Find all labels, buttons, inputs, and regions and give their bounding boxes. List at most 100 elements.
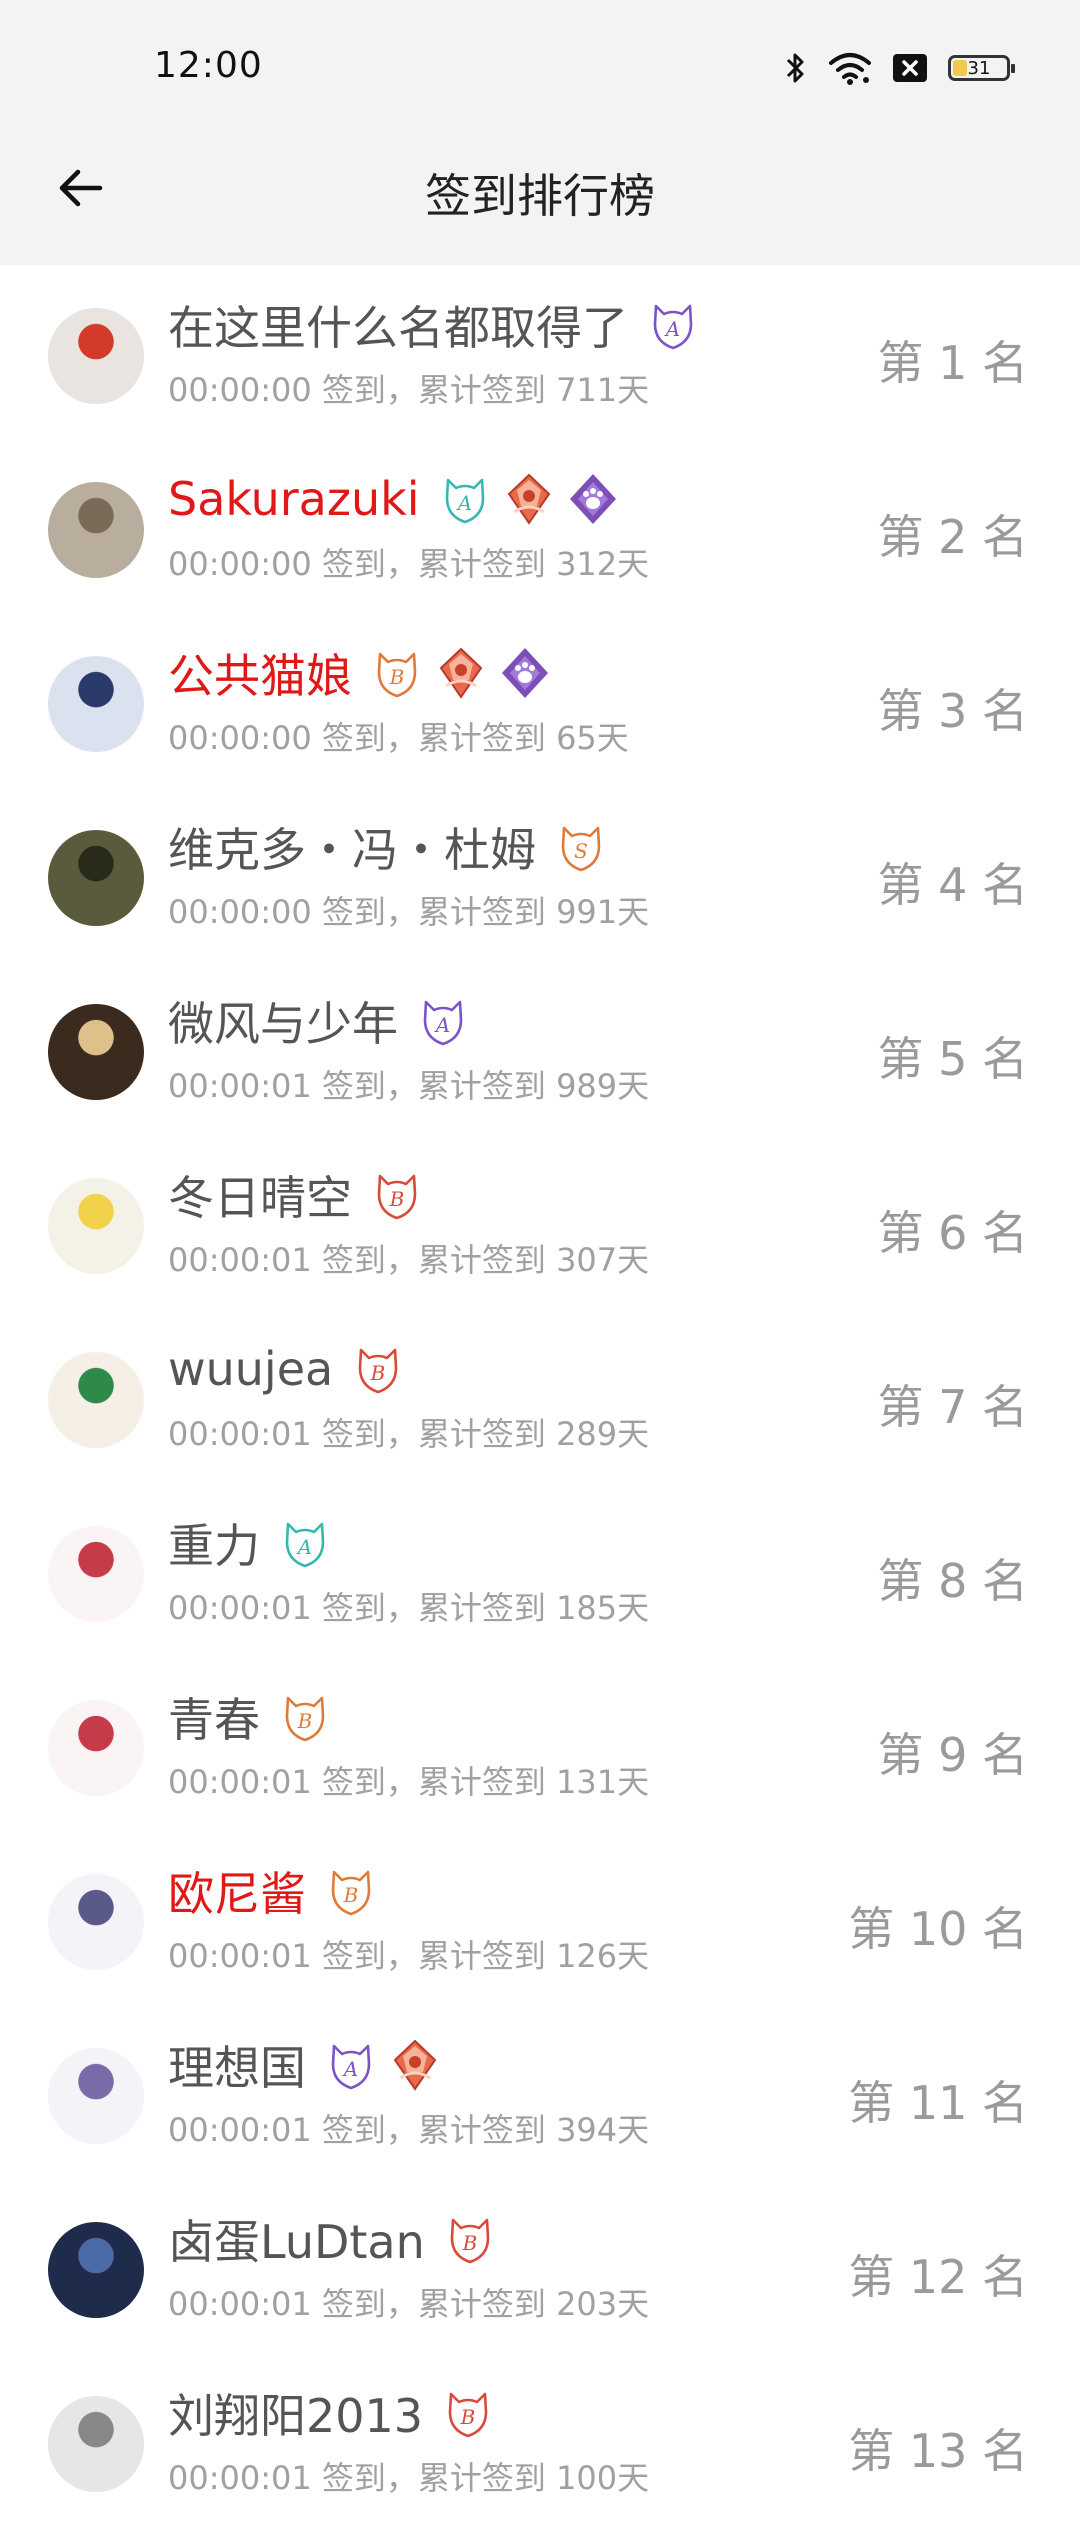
name-line: 公共猫娘 B bbox=[168, 643, 550, 703]
user-name[interactable]: 重力 bbox=[168, 1510, 260, 1576]
name-line: 理想国 A bbox=[168, 2035, 440, 2095]
cat-b-red-badge-icon: B bbox=[443, 2386, 493, 2440]
ranking-row[interactable]: 卤蛋LuDtan B 00:00:01 签到，累计签到 203天 第 12 名 bbox=[0, 2179, 1080, 2353]
name-line: 青春 B bbox=[168, 1687, 330, 1747]
checkin-info: 00:00:00 签到，累计签到 711天 bbox=[168, 371, 650, 409]
user-name[interactable]: 公共猫娘 bbox=[168, 640, 352, 706]
user-name[interactable]: Sakurazuki bbox=[168, 472, 420, 526]
user-name[interactable]: 欧尼酱 bbox=[168, 1858, 306, 1924]
ranking-row[interactable]: 公共猫娘 B 00:00:00 签到，累计签到 65天 第 3 名 bbox=[0, 613, 1080, 787]
rank-label: 第 8 名 bbox=[877, 1554, 1028, 1608]
user-name[interactable]: 刘翔阳2013 bbox=[168, 2380, 423, 2446]
top-bar: 12:00 31 签到排行榜 bbox=[0, 0, 1080, 265]
ranking-row[interactable]: Sakurazuki A 00:00:00 签到，累计签到 312天 第 2 名 bbox=[0, 439, 1080, 613]
ranking-list: 在这里什么名都取得了 A 00:00:00 签到，累计签到 711天 第 1 名 Sak… bbox=[0, 265, 1080, 2527]
user-name[interactable]: 微风与少年 bbox=[168, 988, 398, 1054]
avatar[interactable] bbox=[48, 2396, 144, 2492]
avatar[interactable] bbox=[48, 1352, 144, 1448]
checkin-info: 00:00:01 签到，累计签到 307天 bbox=[168, 1241, 650, 1279]
ranking-row[interactable]: 青春 B 00:00:01 签到，累计签到 131天 第 9 名 bbox=[0, 1657, 1080, 1831]
badge-group: B bbox=[353, 1342, 403, 1396]
cat-b-orange-badge-icon: B bbox=[326, 1864, 376, 1918]
checkin-info: 00:00:00 签到，累计签到 65天 bbox=[168, 719, 629, 757]
no-sim-icon bbox=[892, 53, 928, 83]
ranking-row[interactable]: 在这里什么名都取得了 A 00:00:00 签到，累计签到 711天 第 1 名 bbox=[0, 265, 1080, 439]
cat-b-red-badge-icon: B bbox=[372, 1168, 422, 1222]
avatar[interactable] bbox=[48, 482, 144, 578]
user-name[interactable]: 青春 bbox=[168, 1684, 260, 1750]
rank-label: 第 12 名 bbox=[848, 2250, 1028, 2304]
user-name[interactable]: 理想国 bbox=[168, 2032, 306, 2098]
paw-purple-badge-icon bbox=[500, 646, 550, 700]
status-time: 12:00 bbox=[154, 45, 263, 86]
svg-text:A: A bbox=[296, 1535, 312, 1559]
user-name[interactable]: 维克多・冯・杜姆 bbox=[168, 814, 536, 880]
avatar[interactable] bbox=[48, 2048, 144, 2144]
cat-a-purple-badge-icon: A bbox=[418, 994, 468, 1048]
rank-label: 第 13 名 bbox=[848, 2424, 1028, 2478]
ranking-row[interactable]: 刘翔阳2013 B 00:00:01 签到，累计签到 100天 第 13 名 bbox=[0, 2353, 1080, 2527]
avatar[interactable] bbox=[48, 1526, 144, 1622]
ranking-row[interactable]: 重力 A 00:00:01 签到，累计签到 185天 第 8 名 bbox=[0, 1483, 1080, 1657]
checkin-info: 00:00:01 签到，累计签到 989天 bbox=[168, 1067, 650, 1105]
bluetooth-icon bbox=[784, 50, 808, 86]
avatar[interactable] bbox=[48, 1178, 144, 1274]
battery-icon: 31 bbox=[948, 55, 1015, 81]
rank-label: 第 3 名 bbox=[877, 684, 1028, 738]
badge-group: A bbox=[440, 472, 618, 526]
ranking-row[interactable]: 欧尼酱 B 00:00:01 签到，累计签到 126天 第 10 名 bbox=[0, 1831, 1080, 2005]
ranking-row[interactable]: 微风与少年 A 00:00:01 签到，累计签到 989天 第 5 名 bbox=[0, 961, 1080, 1135]
cat-b-red-badge-icon: B bbox=[445, 2212, 495, 2266]
svg-text:A: A bbox=[664, 317, 680, 341]
wifi-icon bbox=[828, 51, 872, 85]
ranking-row[interactable]: 冬日晴空 B 00:00:01 签到，累计签到 307天 第 6 名 bbox=[0, 1135, 1080, 1309]
rank-label: 第 5 名 bbox=[877, 1032, 1028, 1086]
rank-label: 第 11 名 bbox=[848, 2076, 1028, 2130]
user-name[interactable]: 冬日晴空 bbox=[168, 1162, 352, 1228]
checkin-info: 00:00:01 签到，累计签到 203天 bbox=[168, 2285, 650, 2323]
cat-a-purple-badge-icon: A bbox=[648, 298, 698, 352]
badge-group: B bbox=[280, 1690, 330, 1744]
avatar[interactable] bbox=[48, 1004, 144, 1100]
badge-group: A bbox=[418, 994, 468, 1048]
avatar[interactable] bbox=[48, 308, 144, 404]
rank-label: 第 7 名 bbox=[877, 1380, 1028, 1434]
rank-label: 第 2 名 bbox=[877, 510, 1028, 564]
ranking-row[interactable]: 理想国 A 00:00:01 签到，累计签到 394天 第 11 名 bbox=[0, 2005, 1080, 2179]
name-line: 在这里什么名都取得了 A bbox=[168, 295, 698, 355]
ranking-row[interactable]: 维克多・冯・杜姆 S 00:00:00 签到，累计签到 991天 第 4 名 bbox=[0, 787, 1080, 961]
cat-a-teal-badge-icon: A bbox=[280, 1516, 330, 1570]
badge-group: A bbox=[648, 298, 698, 352]
user-name[interactable]: 卤蛋LuDtan bbox=[168, 2206, 425, 2272]
svg-text:B: B bbox=[389, 665, 405, 689]
badge-group: A bbox=[326, 2038, 440, 2092]
name-line: Sakurazuki A bbox=[168, 469, 618, 529]
avatar[interactable] bbox=[48, 1874, 144, 1970]
cat-b-orange-badge-icon: B bbox=[372, 646, 422, 700]
name-line: 欧尼酱 B bbox=[168, 1861, 376, 1921]
cat-b-orange-badge-icon: B bbox=[280, 1690, 330, 1744]
avatar[interactable] bbox=[48, 1700, 144, 1796]
paw-purple-badge-icon bbox=[568, 472, 618, 526]
svg-text:B: B bbox=[461, 2231, 477, 2255]
name-line: 卤蛋LuDtan B bbox=[168, 2209, 495, 2269]
badge-group: B bbox=[443, 2386, 493, 2440]
checkin-info: 00:00:01 签到，累计签到 131天 bbox=[168, 1763, 650, 1801]
svg-text:A: A bbox=[434, 1013, 450, 1037]
name-line: 微风与少年 A bbox=[168, 991, 468, 1051]
rank-label: 第 6 名 bbox=[877, 1206, 1028, 1260]
ranking-row[interactable]: wuujea B 00:00:01 签到，累计签到 289天 第 7 名 bbox=[0, 1309, 1080, 1483]
user-name[interactable]: wuujea bbox=[168, 1342, 333, 1396]
checkin-info: 00:00:01 签到，累计签到 394天 bbox=[168, 2111, 650, 2149]
checkin-info: 00:00:00 签到，累计签到 312天 bbox=[168, 545, 650, 583]
name-line: 维克多・冯・杜姆 S bbox=[168, 817, 606, 877]
name-line: 重力 A bbox=[168, 1513, 330, 1573]
battery-level: 31 bbox=[967, 57, 991, 79]
status-icons: 31 bbox=[784, 48, 1015, 88]
avatar[interactable] bbox=[48, 830, 144, 926]
svg-text:A: A bbox=[342, 2057, 358, 2081]
avatar[interactable] bbox=[48, 2222, 144, 2318]
user-name[interactable]: 在这里什么名都取得了 bbox=[168, 292, 628, 358]
avatar[interactable] bbox=[48, 656, 144, 752]
name-line: 冬日晴空 B bbox=[168, 1165, 422, 1225]
